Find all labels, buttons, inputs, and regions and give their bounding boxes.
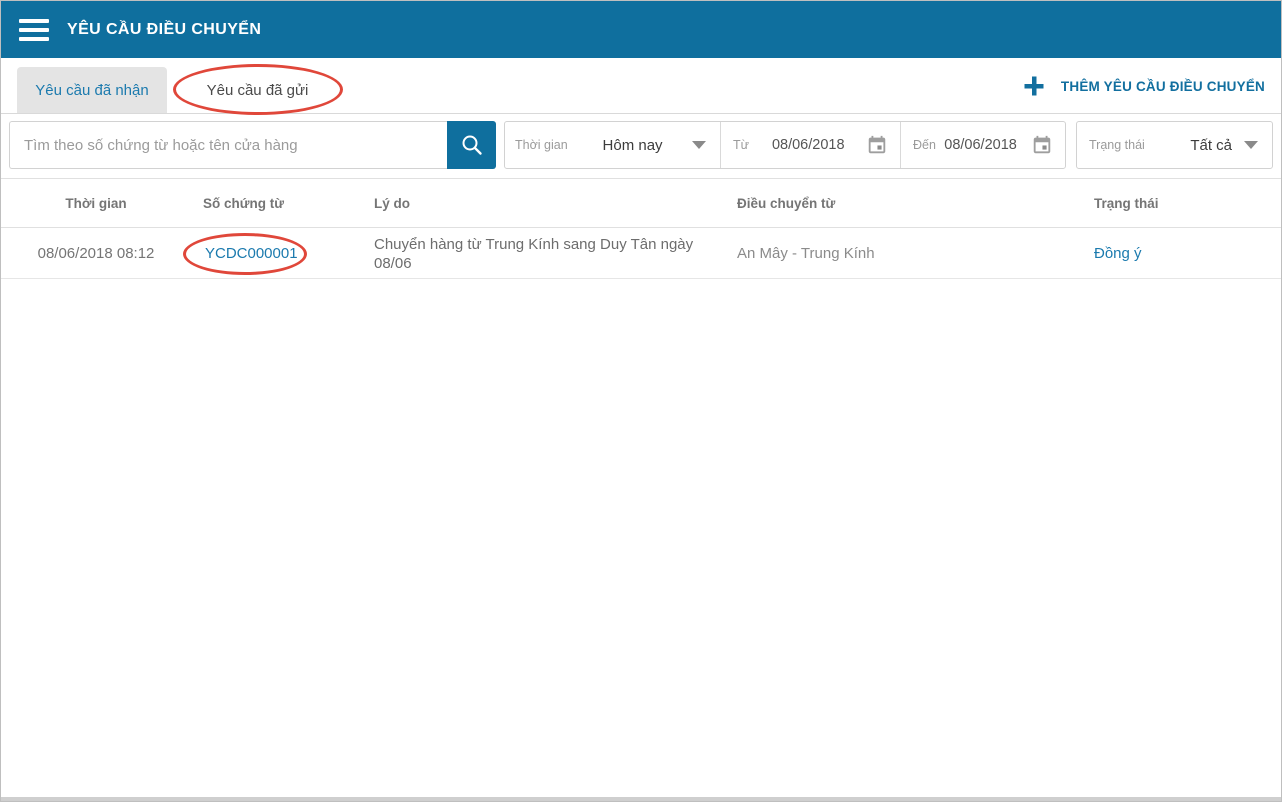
add-transfer-request-button[interactable]: THÊM YÊU CẦU ĐIỀU CHUYỂN xyxy=(1019,68,1269,104)
date-from-label: Từ xyxy=(733,138,750,152)
add-transfer-request-label: THÊM YÊU CẦU ĐIỀU CHUYỂN xyxy=(1060,78,1265,94)
status-value: Tất cả xyxy=(1190,136,1232,154)
row-time: 08/06/2018 08:12 xyxy=(37,245,155,262)
status-label: Trạng thái xyxy=(1089,138,1145,152)
tab-sent-label: Yêu cầu đã gửi xyxy=(206,81,309,99)
top-app-bar: YÊU CẦU ĐIỀU CHUYỂN xyxy=(1,1,1281,58)
row-document-code-link[interactable]: YCDC000001 xyxy=(191,245,374,262)
calendar-icon xyxy=(1031,134,1053,156)
page-title: YÊU CẦU ĐIỀU CHUYỂN xyxy=(67,20,262,38)
table-header-row: Thời gian Số chứng từ Lý do Điều chuyển … xyxy=(1,178,1281,228)
search-button[interactable] xyxy=(447,121,496,169)
date-to-picker[interactable]: Đến 08/06/2018 xyxy=(900,122,1065,168)
status-select[interactable]: Trạng thái Tất cả xyxy=(1077,122,1272,168)
menu-icon[interactable] xyxy=(19,18,49,41)
date-to-label: Đến xyxy=(913,138,936,152)
column-header-status: Trạng thái xyxy=(1094,195,1159,211)
tab-bar: Yêu cầu đã nhận Yêu cầu đã gửi THÊM YÊU … xyxy=(1,58,1281,115)
column-header-time: Thời gian xyxy=(65,195,127,211)
row-transfer-from: An Mây - Trung Kính xyxy=(737,245,875,262)
app-window: YÊU CẦU ĐIỀU CHUYỂN Yêu cầu đã nhận Yêu … xyxy=(0,0,1282,802)
plus-icon xyxy=(1023,75,1045,97)
column-header-from: Điều chuyển từ xyxy=(737,195,836,211)
time-range-value: Hôm nay xyxy=(602,136,663,154)
chevron-down-icon xyxy=(691,141,706,149)
calendar-icon xyxy=(866,134,888,156)
time-range-label: Thời gian xyxy=(515,138,568,152)
filter-bar: Thời gian Hôm nay Từ 08/06/2018 Đến 08/0… xyxy=(1,121,1281,169)
chevron-down-icon xyxy=(1244,141,1258,149)
search-input[interactable] xyxy=(9,121,447,169)
tab-sent-requests[interactable]: Yêu cầu đã gửi xyxy=(179,67,336,113)
table-row[interactable]: 08/06/2018 08:12 YCDC000001 Chuyển hàng … xyxy=(1,229,1281,279)
date-filter-group: Thời gian Hôm nay Từ 08/06/2018 Đến 08/0… xyxy=(504,121,1066,169)
search-group xyxy=(9,121,496,169)
status-filter: Trạng thái Tất cả xyxy=(1076,121,1273,169)
date-to-value: 08/06/2018 xyxy=(944,137,1017,153)
window-bottom-edge xyxy=(1,797,1281,801)
date-from-picker[interactable]: Từ 08/06/2018 xyxy=(720,122,900,168)
column-header-code: Số chứng từ xyxy=(203,195,285,211)
search-icon xyxy=(459,132,485,158)
tab-received-requests[interactable]: Yêu cầu đã nhận xyxy=(17,67,167,113)
time-range-select[interactable]: Thời gian Hôm nay xyxy=(505,122,720,168)
row-reason: Chuyển hàng từ Trung Kính sang Duy Tân n… xyxy=(374,235,694,272)
column-header-reason: Lý do xyxy=(374,195,410,211)
row-status-badge: Đồng ý xyxy=(1094,245,1142,262)
tab-received-label: Yêu cầu đã nhận xyxy=(35,81,149,99)
date-from-value: 08/06/2018 xyxy=(771,137,845,153)
